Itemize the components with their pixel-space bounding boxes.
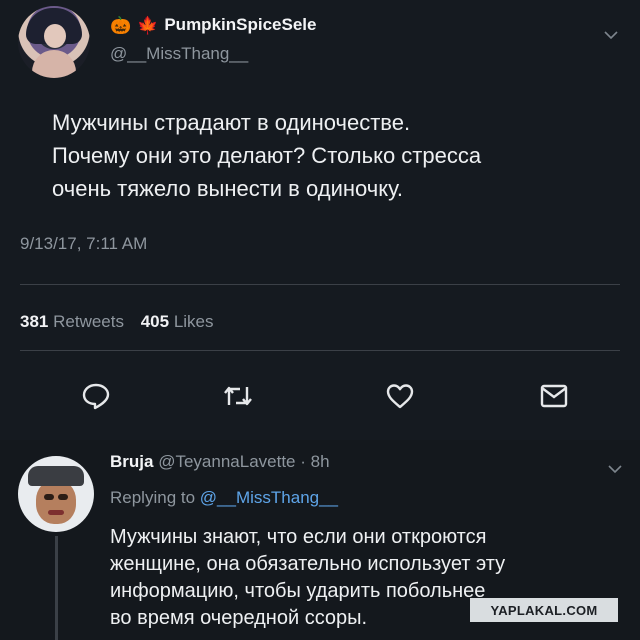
chevron-down-icon[interactable] [604, 28, 618, 42]
message-button[interactable] [534, 378, 574, 418]
reply-avatar[interactable] [18, 456, 94, 532]
replying-to-mention[interactable]: @__MissThang__ [200, 488, 338, 507]
main-tweet [0, 0, 640, 440]
retweet-button[interactable] [218, 378, 258, 418]
reply-button[interactable] [76, 378, 116, 418]
tweet-text-line: очень тяжело вынести в одиночку. [52, 176, 404, 201]
reply-text-line: женщине, она обязательно использует эту [110, 553, 506, 575]
tweet-text-line: Мужчины страдают в одиночестве. [52, 110, 411, 135]
reply-text-line: Мужчины знают, что если они откроются [110, 526, 487, 548]
chevron-down-icon[interactable] [608, 462, 622, 476]
like-icon [385, 382, 415, 415]
reply-display-name[interactable]: Bruja [110, 452, 153, 471]
divider [20, 284, 620, 285]
likes-count[interactable]: 405 [141, 312, 169, 331]
pumpkin-emoji: 🎃 [110, 15, 132, 35]
display-name[interactable]: PumpkinSpiceSele [164, 15, 316, 35]
tweet-text: Мужчины страдают в одиночестве. Почему о… [52, 106, 612, 205]
reply-author: Bruja @TeyannaLavette · 8h [110, 452, 330, 472]
tweet-timestamp[interactable]: 9/13/17, 7:11 AM [20, 234, 147, 254]
reply-handle[interactable]: @TeyannaLavette [158, 452, 295, 471]
tweet-stats: 381 Retweets 405 Likes [20, 312, 214, 332]
replying-to: Replying to @__MissThang__ [110, 488, 338, 508]
retweet-icon [222, 381, 254, 416]
tweet-author[interactable]: 🎃 🍁 PumpkinSpiceSele [110, 12, 316, 38]
reply-time[interactable]: 8h [311, 452, 330, 471]
retweets-label[interactable]: Retweets [53, 312, 124, 331]
maple-leaf-emoji: 🍁 [137, 15, 159, 35]
like-button[interactable] [380, 378, 420, 418]
thread-line [55, 536, 58, 640]
separator: · [300, 452, 306, 471]
replying-to-label: Replying to [110, 488, 196, 507]
retweets-count[interactable]: 381 [20, 312, 48, 331]
tweet-text-line: Почему они это делают? Столько стресса [52, 143, 482, 168]
user-handle[interactable]: @__MissThang__ [110, 44, 248, 64]
message-icon [539, 382, 569, 415]
divider [20, 350, 620, 351]
reply-icon [81, 381, 111, 416]
likes-label[interactable]: Likes [174, 312, 214, 331]
watermark: YAPLAKAL.COM [470, 598, 618, 622]
avatar[interactable] [18, 6, 90, 78]
